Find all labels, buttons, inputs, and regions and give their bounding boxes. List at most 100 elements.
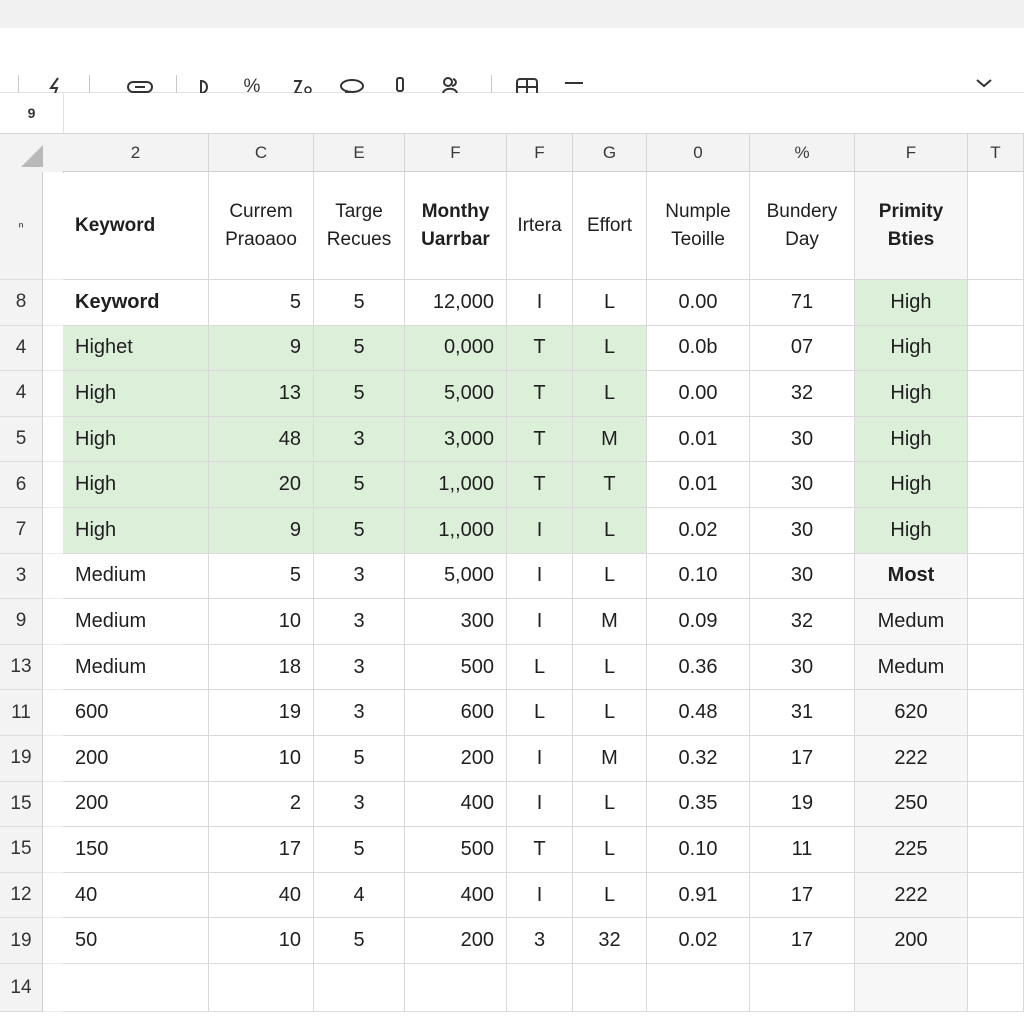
table-cell[interactable]: 1,,000 [405, 508, 507, 554]
table-cell[interactable]: 3 [314, 644, 405, 691]
table-cell[interactable]: T [573, 462, 647, 508]
empty-cell[interactable] [968, 781, 1024, 828]
table-cell[interactable]: M [573, 736, 647, 782]
table-cell[interactable]: 30 [750, 553, 855, 600]
empty-cell[interactable] [968, 325, 1024, 372]
header-cell[interactable]: Irtera [507, 172, 573, 280]
row-header[interactable]: 8 [0, 280, 43, 326]
empty-cell[interactable] [968, 736, 1024, 782]
header-cell[interactable]: Targe Recues [314, 172, 405, 280]
header-cell[interactable]: Currem Praoaoo [209, 172, 314, 280]
table-cell[interactable]: 0.00 [647, 280, 750, 326]
table-cell[interactable]: 0.36 [647, 644, 750, 691]
table-cell[interactable]: 2 [209, 781, 314, 828]
header-cell[interactable]: Primity Bties [855, 172, 968, 280]
table-cell[interactable]: 17 [750, 736, 855, 782]
name-box[interactable]: 9 [0, 93, 64, 133]
table-cell[interactable]: 5 [314, 462, 405, 508]
column-header[interactable]: F [507, 134, 573, 172]
row-header[interactable]: 4 [0, 325, 43, 372]
table-cell[interactable]: 5,000 [405, 553, 507, 600]
table-cell[interactable]: L [573, 690, 647, 736]
keyword-cell[interactable]: High [63, 371, 209, 417]
row-header[interactable]: 19 [0, 736, 43, 782]
column-header[interactable]: F [405, 134, 507, 172]
keyword-cell[interactable]: 50 [63, 918, 209, 964]
header-cell[interactable]: Bundery Day [750, 172, 855, 280]
table-cell[interactable]: L [573, 644, 647, 691]
table-cell[interactable]: 5 [209, 553, 314, 600]
table-cell[interactable]: 0.10 [647, 827, 750, 873]
table-cell[interactable]: 30 [750, 416, 855, 463]
keyword-cell[interactable]: 40 [63, 872, 209, 919]
table-cell[interactable]: T [507, 371, 573, 417]
table-cell[interactable]: 0.91 [647, 872, 750, 919]
empty-cell[interactable] [968, 827, 1024, 873]
table-cell[interactable] [573, 964, 647, 1012]
table-cell[interactable] [647, 964, 750, 1012]
keyword-cell[interactable] [63, 964, 209, 1012]
table-cell[interactable]: 5 [314, 736, 405, 782]
table-cell[interactable]: 0.10 [647, 553, 750, 600]
row-header[interactable]: 9 [0, 599, 43, 645]
table-cell[interactable]: 5,000 [405, 371, 507, 417]
table-cell[interactable]: 20 [209, 462, 314, 508]
row-header[interactable]: ⁿ [0, 172, 43, 280]
row-header[interactable]: 15 [0, 827, 43, 873]
empty-cell[interactable] [968, 416, 1024, 463]
table-cell[interactable]: 3,000 [405, 416, 507, 463]
keyword-cell[interactable]: Keyword [63, 280, 209, 326]
table-cell[interactable]: 32 [750, 599, 855, 645]
table-cell[interactable]: T [507, 462, 573, 508]
empty-cell[interactable] [968, 964, 1024, 1012]
table-cell[interactable]: High [855, 280, 968, 326]
table-cell[interactable]: L [573, 508, 647, 554]
column-header[interactable]: G [573, 134, 647, 172]
empty-cell[interactable] [968, 462, 1024, 508]
table-cell[interactable]: 5 [314, 827, 405, 873]
table-cell[interactable]: 19 [209, 690, 314, 736]
empty-cell[interactable] [968, 172, 1024, 280]
table-cell[interactable]: Medum [855, 644, 968, 691]
table-cell[interactable] [314, 964, 405, 1012]
table-cell[interactable]: I [507, 781, 573, 828]
table-cell[interactable]: 500 [405, 644, 507, 691]
table-cell[interactable] [855, 964, 968, 1012]
table-cell[interactable]: I [507, 599, 573, 645]
table-cell[interactable]: T [507, 827, 573, 873]
table-cell[interactable]: 9 [209, 508, 314, 554]
table-cell[interactable]: 0.35 [647, 781, 750, 828]
empty-cell[interactable] [968, 918, 1024, 964]
table-cell[interactable]: 3 [314, 599, 405, 645]
table-cell[interactable]: L [573, 553, 647, 600]
table-cell[interactable]: Medum [855, 599, 968, 645]
header-cell[interactable]: Monthy Uarrbar [405, 172, 507, 280]
table-cell[interactable]: 0.09 [647, 599, 750, 645]
row-header[interactable]: 5 [0, 416, 43, 463]
table-cell[interactable]: 0.02 [647, 918, 750, 964]
keyword-cell[interactable]: 150 [63, 827, 209, 873]
table-cell[interactable]: 31 [750, 690, 855, 736]
table-cell[interactable]: 48 [209, 416, 314, 463]
table-cell[interactable]: 9 [209, 325, 314, 372]
table-cell[interactable]: 17 [750, 918, 855, 964]
table-cell[interactable]: 0.00 [647, 371, 750, 417]
empty-cell[interactable] [968, 690, 1024, 736]
keyword-cell[interactable]: Medium [63, 553, 209, 600]
table-cell[interactable]: 300 [405, 599, 507, 645]
table-cell[interactable]: 1,,000 [405, 462, 507, 508]
keyword-cell[interactable]: 200 [63, 781, 209, 828]
table-cell[interactable]: 0.01 [647, 462, 750, 508]
table-cell[interactable]: 10 [209, 918, 314, 964]
table-cell[interactable]: 200 [405, 736, 507, 782]
table-cell[interactable]: 0.02 [647, 508, 750, 554]
table-cell[interactable]: 5 [314, 508, 405, 554]
table-cell[interactable]: L [507, 690, 573, 736]
row-header[interactable]: 14 [0, 964, 43, 1012]
empty-cell[interactable] [968, 508, 1024, 554]
table-cell[interactable]: 5 [314, 325, 405, 372]
table-cell[interactable] [750, 964, 855, 1012]
table-cell[interactable]: High [855, 371, 968, 417]
table-cell[interactable]: 30 [750, 644, 855, 691]
table-cell[interactable]: 19 [750, 781, 855, 828]
